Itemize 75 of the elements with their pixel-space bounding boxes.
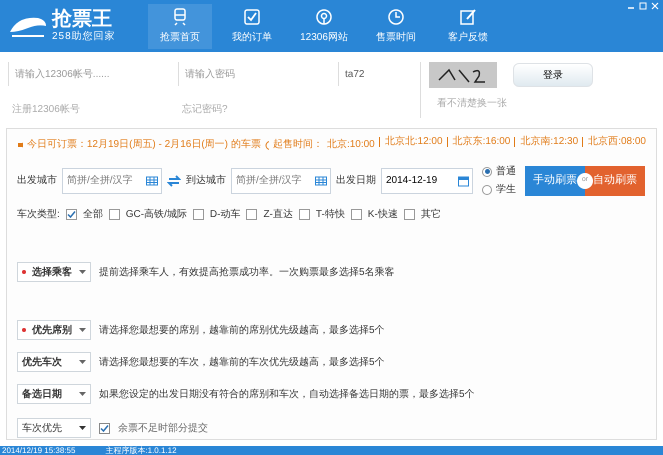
captcha-input[interactable]: ta72 (338, 62, 418, 86)
arrival-city-label: 到达城市 (186, 174, 226, 188)
dropdown-arrow-icon (79, 360, 86, 364)
account-input[interactable]: 请输入12306帐号...... (8, 62, 178, 86)
checkbox[interactable] (298, 209, 310, 220)
option-description: 请选择您最想要的席别，越靠前的席别优先级越高，最多选择5个 (99, 324, 385, 338)
register-link[interactable]: 注册12306帐号 (12, 102, 178, 117)
checkbox[interactable] (192, 209, 204, 220)
captcha-image[interactable] (429, 62, 497, 88)
dropdown-button[interactable]: 优先席别 (17, 320, 91, 340)
train-type-option: D-动车 (210, 207, 240, 222)
train-type-option: GC-高铁/城际 (126, 207, 187, 222)
version-text: 主程序版本:1.0.1.12 (105, 446, 177, 455)
option-description: 提前选择乘车人，有效提高抢票成功率。一次购票最多选择5名乘客 (99, 266, 395, 280)
sale-time: 北京南:12:30 (514, 137, 578, 147)
checkbox[interactable] (404, 209, 415, 220)
app-logo-text: 抢票王 (52, 8, 113, 28)
table-icon[interactable] (315, 176, 327, 185)
departure-city-field[interactable]: 简拼/全拼/汉字 (62, 168, 162, 194)
login-button[interactable]: 登录 (513, 63, 593, 87)
sale-time: 北京西:08:00 (582, 137, 646, 147)
checkbox[interactable] (350, 209, 362, 220)
train-type-option: T-特快 (316, 207, 345, 222)
nav-tab[interactable]: 客户反馈 (436, 4, 500, 48)
radio-button[interactable] (482, 184, 492, 194)
dropdown-button[interactable]: 优先车次 (17, 352, 91, 372)
arrival-city-field[interactable]: 简拼/全拼/汉字 (231, 168, 331, 194)
checkbox[interactable] (108, 209, 120, 220)
nav-tab[interactable]: 售票时间 (364, 4, 428, 48)
sale-time: 北京北:12:00 (378, 137, 443, 147)
checkbox[interactable] (66, 209, 77, 220)
dropdown-arrow-icon (79, 426, 86, 430)
app-slogan: 258助您回家 (52, 30, 116, 44)
checkbox-icon (243, 8, 261, 26)
checkbox[interactable] (246, 209, 258, 220)
maximize-icon[interactable] (639, 2, 647, 10)
dropdown-arrow-icon (79, 392, 86, 396)
train-type-option: 其它 (420, 207, 441, 222)
partial-submit-label: 余票不足时部分提交 (118, 422, 208, 436)
train-type-option: Z-直达 (263, 207, 293, 222)
dropdown-button[interactable]: 备选日期 (17, 384, 91, 404)
sale-time: 北京:10:00 (326, 138, 375, 152)
dropdown-arrow-icon (79, 328, 86, 332)
dropdown-arrow-icon (79, 270, 86, 274)
status-time: 2014/12/19 15:38:55 (2, 446, 76, 455)
password-input[interactable]: 请输入密码 (178, 62, 338, 86)
close-icon[interactable] (651, 2, 659, 10)
calendar-icon[interactable] (458, 175, 469, 186)
option-description: 如果您设定的出发日期没有符合的席别和车次，自动选择备选日期的票，最多选择5个 (99, 388, 475, 402)
train-type-option: K-快速 (368, 207, 398, 222)
ticket-type-label: 普通 (496, 164, 516, 179)
checkbox[interactable] (99, 422, 110, 434)
ticket-type-label: 学生 (496, 182, 516, 197)
train-type-option: 全部 (82, 207, 103, 222)
clock-icon (387, 8, 405, 26)
departure-city-label: 出发城市 (17, 174, 57, 188)
priority-dropdown[interactable]: 车次优先 (17, 418, 91, 438)
radio-button[interactable] (482, 166, 492, 176)
sale-time: 北京东:16:00 (446, 137, 510, 147)
refresh-captcha-link[interactable]: 看不清楚换一张 (437, 96, 593, 111)
sale-time-label: 起售时间： (272, 138, 323, 152)
option-description: 请选择您最想要的车次，越靠前的车次优先级越高，最多选择5个 (99, 356, 385, 370)
dropdown-button[interactable]: 选择乘客 (17, 262, 91, 282)
globe-icon (315, 8, 333, 26)
nav-tab[interactable]: 抢票首页 (148, 4, 212, 48)
table-icon[interactable] (146, 176, 158, 185)
swap-icon[interactable] (167, 174, 181, 186)
train-type-label: 车次类型: (17, 208, 60, 222)
nav-tab[interactable]: 12306网站 (292, 4, 356, 48)
departure-date-label: 出发日期 (336, 174, 376, 188)
nav-tab[interactable]: 我的订单 (220, 4, 284, 48)
forgot-password-link[interactable]: 忘记密码? (182, 102, 338, 117)
edit-icon (459, 8, 477, 26)
departure-date-field[interactable]: 2014-12-19 (381, 168, 473, 194)
bookable-dates-notice: 今日可订票：12月19日(周五) - 2月16日(周一) 的车票 (26, 138, 261, 152)
